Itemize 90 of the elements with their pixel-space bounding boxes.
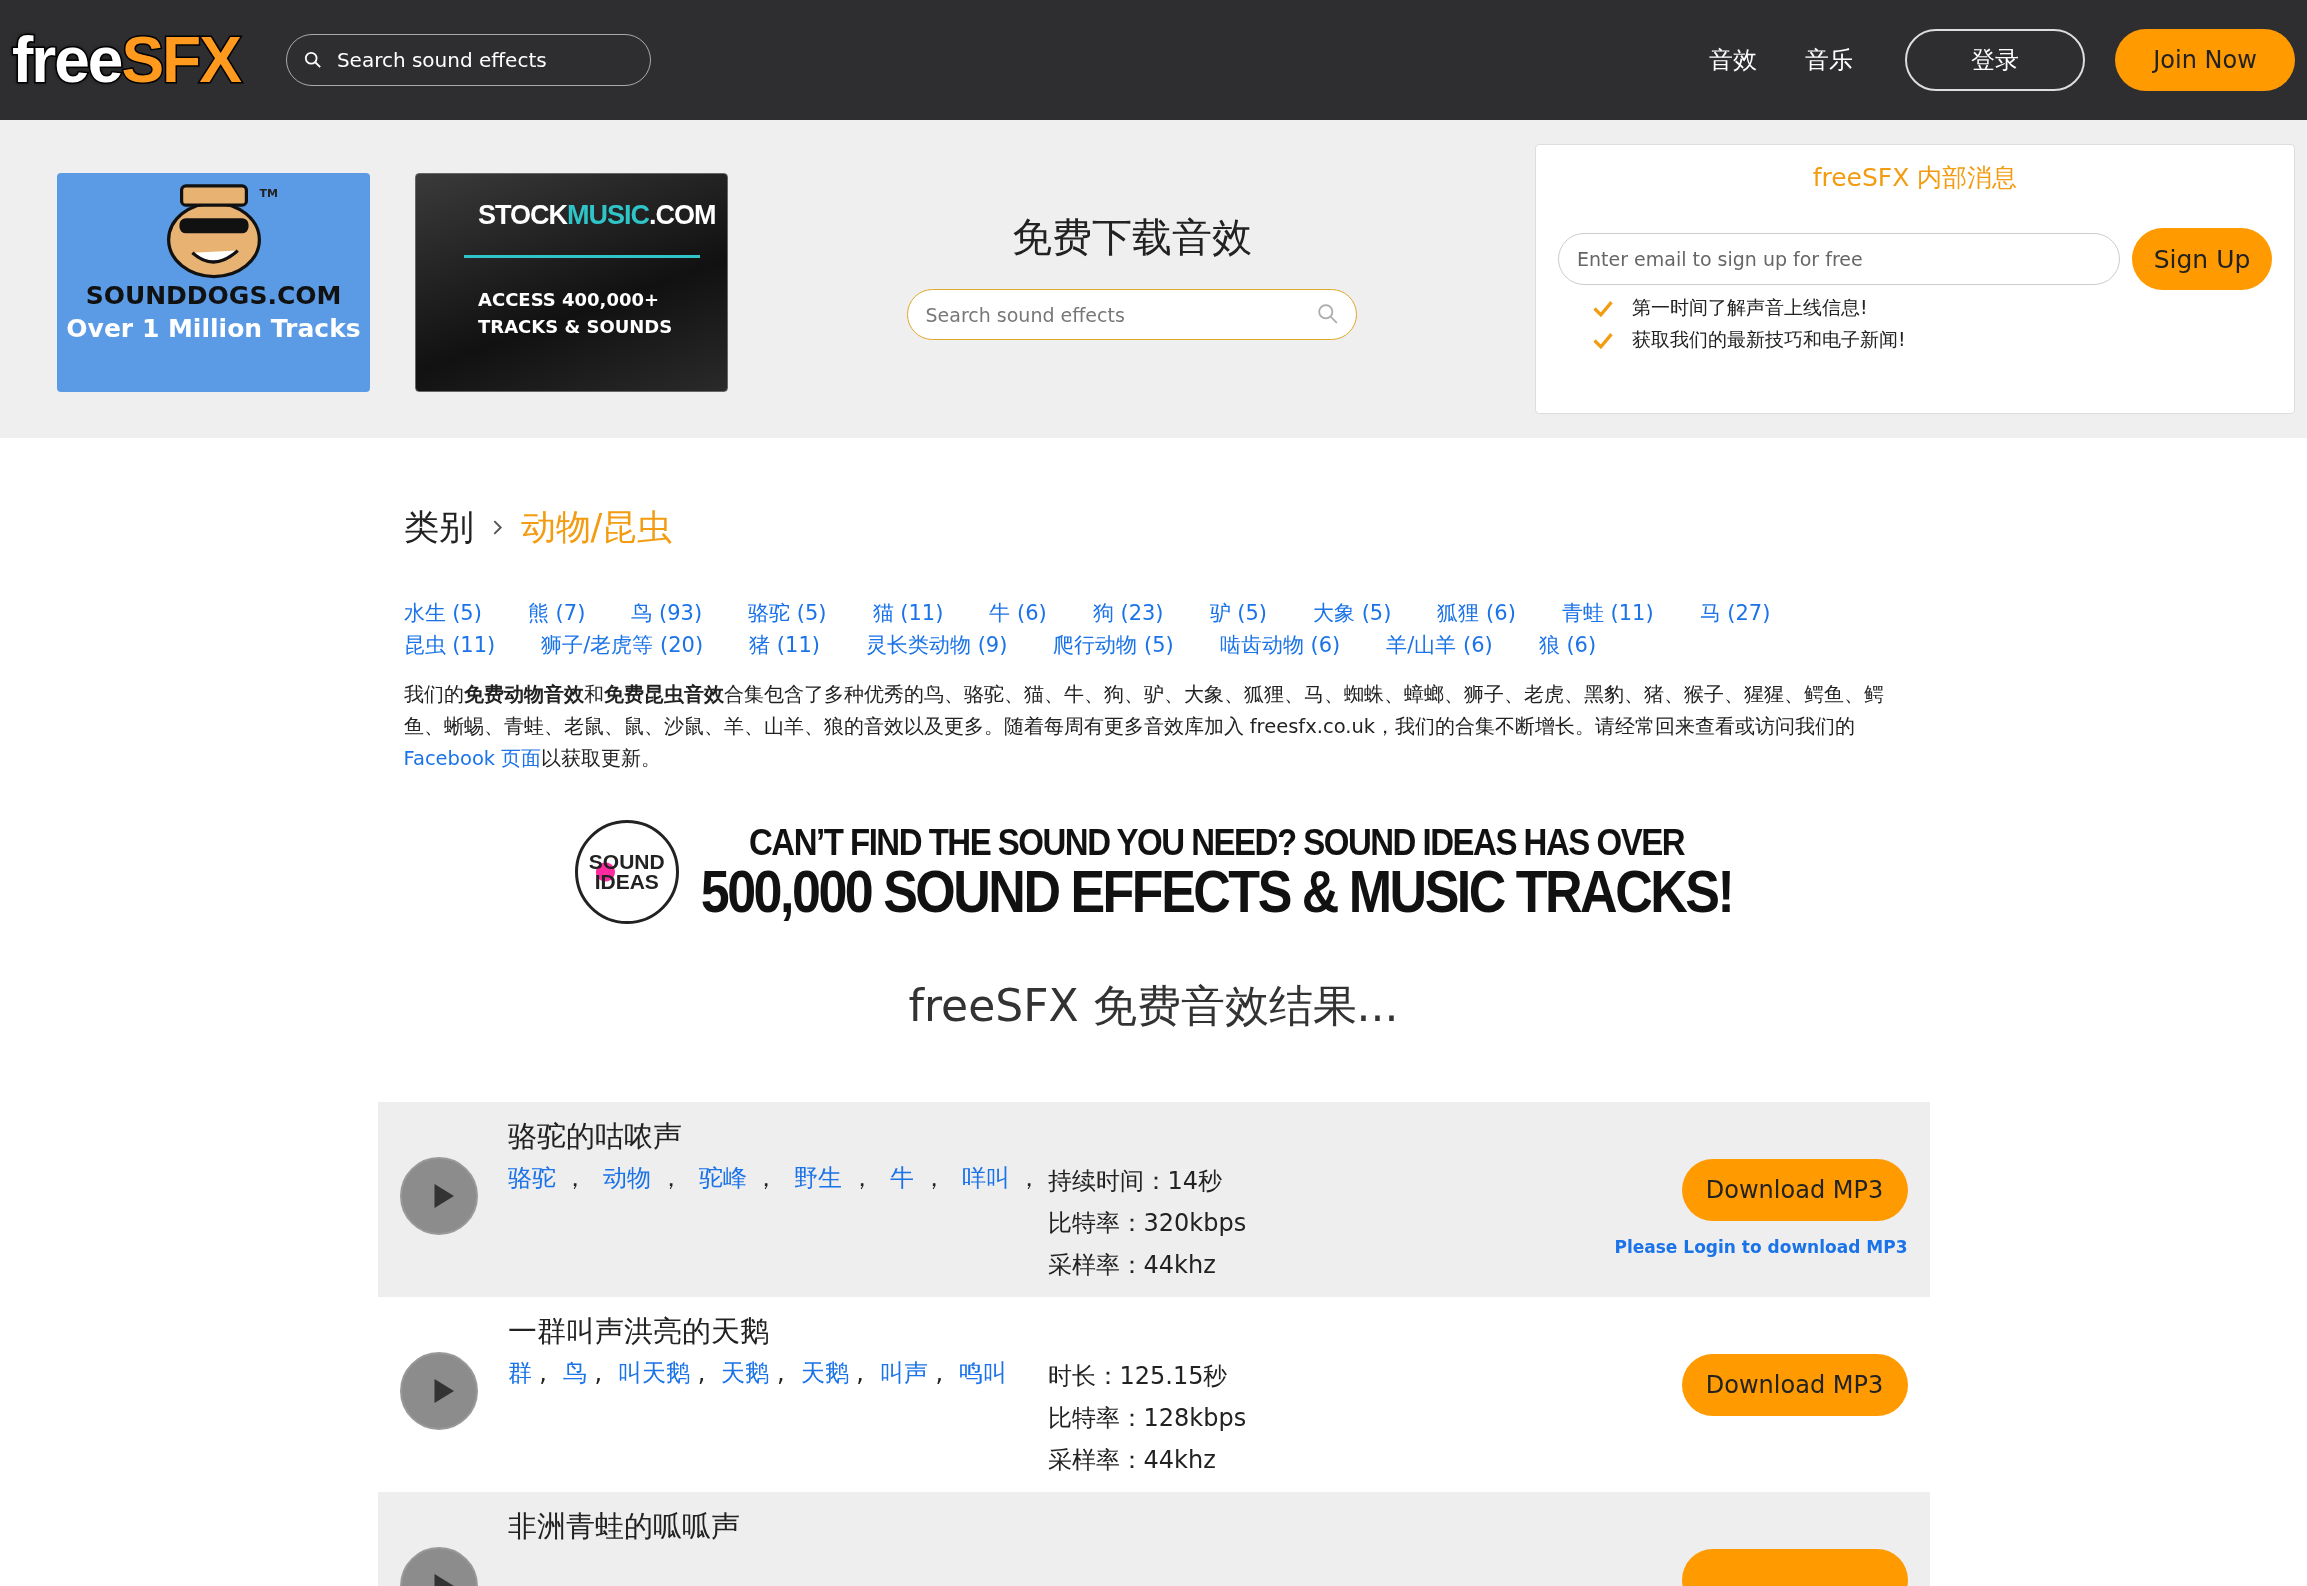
ad-text: ACCESS 400,000+ xyxy=(478,288,661,312)
sound-meta: 比特率：128kbps xyxy=(1047,1403,1248,1434)
download-button[interactable]: Download MP3 xyxy=(1681,1159,1908,1221)
sound-title: 骆驼的咕哝声 xyxy=(507,1118,683,1155)
category-link[interactable]: 猪 (11) xyxy=(749,629,820,661)
tag-link[interactable]: 动物 xyxy=(603,1164,652,1192)
category-link[interactable]: 羊/山羊 (6) xyxy=(1386,629,1493,661)
tag-link[interactable]: 天鹅 xyxy=(721,1359,770,1387)
separator: ， xyxy=(849,1164,875,1192)
category-link[interactable]: 啮齿动物 (6) xyxy=(1219,629,1341,661)
benefit-text: 获取我们的最新技巧和电子新闻! xyxy=(1632,327,1906,352)
nav-link[interactable]: 音乐 xyxy=(1805,44,1853,76)
benefit-text: 第一时间了解声音上线信息! xyxy=(1632,295,1868,320)
category-link[interactable]: 狐狸 (6) xyxy=(1437,597,1516,629)
description-paragraph: 我们的免费动物音效和免费昆虫音效合集包含了多种优秀的鸟、骆驼、猫、牛、狗、驴、大象、狐狸、马、蜘蛛、蟑螂、狮子、老虎、黑豹、猪、猴子、猩猩、鳄鱼、鳄鱼、蜥蜴、青蛙、老鼠、鼠、沙鼠、羊、山羊、狼的音效以及更多。随着每周有更多音效库加入 freesfx.co.uk，我们的合集不断增长。请经常回来查看或访问我们的 Facebook 页面以获取更新。 xyxy=(403,682,1885,772)
category-link[interactable]: 青蛙 (11) xyxy=(1561,597,1654,629)
sound-meta: 采样率：44khz xyxy=(1047,1250,1217,1281)
tag-link[interactable]: 驼峰 xyxy=(698,1164,747,1192)
ad-banner[interactable]: STOCKMUSIC.COM ACCESS 400,000+ TRACKS & SOUNDS xyxy=(415,173,728,392)
sound-meta: 持续时间：14秒 xyxy=(1047,1166,1224,1197)
category-link[interactable]: 狗 (23) xyxy=(1092,597,1164,629)
category-link[interactable]: 马 (27) xyxy=(1699,597,1771,629)
tag-link[interactable]: 鸟 xyxy=(562,1359,587,1387)
breadcrumb-current: 动物/昆虫 xyxy=(520,506,673,549)
login-button[interactable]: 登录 xyxy=(1905,29,2085,91)
sound-meta: 比特率：320kbps xyxy=(1047,1208,1248,1239)
check-icon xyxy=(1592,299,1614,317)
separator: , xyxy=(538,1359,547,1387)
separator: , xyxy=(855,1359,864,1387)
tag-link[interactable]: 天鹅 xyxy=(800,1359,849,1387)
ad-text: TRACKS & SOUNDS xyxy=(478,315,674,339)
tag-link[interactable]: 群 xyxy=(507,1359,532,1387)
category-link[interactable]: 骆驼 (5) xyxy=(748,597,827,629)
ad-banner[interactable]: TM SOUNDDOGS.COM Over 1 Million Tracks xyxy=(57,173,370,392)
tag-link[interactable]: 鸣叫 xyxy=(959,1359,1008,1387)
results-heading: freeSFX 免费音效结果... xyxy=(907,979,1400,1033)
separator: ， xyxy=(920,1164,946,1192)
separator: , xyxy=(593,1359,603,1387)
category-link[interactable]: 狮子/老虎等 (20) xyxy=(541,629,704,661)
search-field[interactable]: Search sound effects xyxy=(285,34,651,86)
download-button[interactable]: Download MP3 xyxy=(1681,1354,1908,1416)
sound-meta: 时长：125.15秒 xyxy=(1047,1361,1229,1392)
category-link[interactable]: 水生 (5) xyxy=(403,597,482,629)
category-link[interactable]: 驴 (5) xyxy=(1209,597,1267,629)
category-link[interactable]: 灵长类动物 (9) xyxy=(865,629,1008,661)
separator: , xyxy=(934,1359,944,1387)
category-link[interactable]: 爬行动物 (5) xyxy=(1053,629,1174,661)
check-icon xyxy=(1592,331,1614,349)
ad-tagline: Over 1 Million Tracks xyxy=(66,314,361,343)
tag-link[interactable]: 骆驼 xyxy=(507,1164,556,1192)
sound-title: 一群叫声洪亮的天鹅 xyxy=(507,1313,770,1350)
category-link[interactable]: 鸟 (93) xyxy=(631,597,703,629)
category-link[interactable]: 牛 (6) xyxy=(989,597,1047,629)
category-link[interactable]: 猫 (11) xyxy=(872,597,944,629)
category-link[interactable]: 昆虫 (11) xyxy=(403,629,496,661)
sign-up-button[interactable]: Sign Up xyxy=(2132,228,2272,290)
nav-link[interactable]: 音效 xyxy=(1709,44,1757,76)
tag-link[interactable]: 叫声 xyxy=(879,1359,928,1387)
hero-title: 免费下载音效 xyxy=(1011,213,1252,262)
trademark-label: TM xyxy=(259,187,278,200)
ad-brand: SOUNDDOGS.COM xyxy=(85,281,342,310)
category-link[interactable]: 熊 (7) xyxy=(527,597,586,629)
email-field[interactable]: Enter email to sign up for free xyxy=(1558,233,2120,285)
sound-meta: 采样率：44khz xyxy=(1047,1445,1217,1476)
separator: , xyxy=(696,1359,706,1387)
search-icon xyxy=(303,51,322,69)
separator: ， xyxy=(1016,1164,1042,1192)
tag-link[interactable]: 牛 xyxy=(890,1164,915,1192)
join-now-button[interactable]: Join Now xyxy=(2115,29,2295,91)
tag-link[interactable]: 咩叫 xyxy=(961,1164,1010,1192)
separator: ， xyxy=(657,1164,683,1192)
tag-link[interactable]: 叫天鹅 xyxy=(618,1359,691,1387)
search-icon xyxy=(1316,303,1339,325)
ad-brand: STOCKMUSIC.COM xyxy=(478,200,717,231)
sound-title: 非洲青蛙的呱呱声 xyxy=(507,1508,741,1545)
newsletter-title: freeSFX 内部消息 xyxy=(1811,162,2019,194)
sound-ideas-logo: SOUND IDEAS xyxy=(574,820,679,924)
search-field[interactable]: Search sound effects xyxy=(906,289,1357,340)
category-link[interactable]: 大象 (5) xyxy=(1313,597,1392,629)
tag-link[interactable]: 野生 xyxy=(794,1164,843,1192)
separator: , xyxy=(775,1359,785,1387)
separator: ， xyxy=(562,1164,588,1192)
facebook-link[interactable]: Facebook 页面 xyxy=(403,747,542,770)
promo-banner[interactable]: SOUND IDEAS CAN’T FIND THE SOUND YOU NEED? SOUND IDEAS HAS OVER 500,000 SOUND EFFECTS & MUSIC TRACKS! xyxy=(403,817,1904,927)
login-link[interactable]: Please Login to download MP3 xyxy=(1614,1237,1908,1257)
separator: ， xyxy=(753,1164,779,1192)
category-link[interactable]: 狼 (6) xyxy=(1538,629,1597,661)
chevron-icon xyxy=(491,519,503,536)
breadcrumb-link[interactable]: 类别 xyxy=(403,504,474,551)
site-logo[interactable]: freeSFX xyxy=(12,23,240,97)
